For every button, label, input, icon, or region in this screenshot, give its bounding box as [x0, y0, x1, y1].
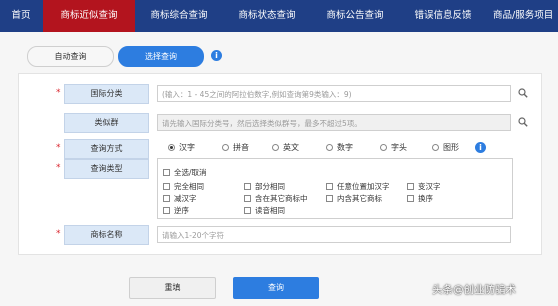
search-icon[interactable] — [518, 117, 528, 127]
watermark: 头条@创业防骗术 — [432, 284, 516, 296]
radio-graphic[interactable]: 图形 — [432, 142, 459, 154]
reset-button[interactable]: 重填 — [129, 277, 216, 299]
radio-pinyin[interactable]: 拼音 — [222, 142, 249, 154]
search-icon[interactable] — [518, 88, 528, 98]
top-navigation: 首页 商标近似查询 商标综合查询 商标状态查询 商标公告查询 错误信息反馈 商品… — [0, 0, 558, 32]
checkbox-reverse-order[interactable]: 逆序 — [163, 205, 189, 216]
info-icon[interactable]: i — [475, 142, 486, 153]
checkbox-change-char[interactable]: 变汉字 — [407, 181, 441, 192]
trademark-name-input[interactable]: 请输入1-20个字符 — [157, 226, 511, 243]
required-mark: * — [56, 143, 61, 153]
trademark-name-label: 商标名称 — [64, 225, 149, 245]
checkbox-contains-other[interactable]: 内含其它商标 — [326, 193, 382, 204]
checkbox[interactable] — [163, 195, 170, 202]
checkbox-label: 减汉字 — [174, 194, 197, 203]
nav-similar-query[interactable]: 商标近似查询 — [43, 0, 135, 32]
radio-dot[interactable] — [432, 144, 439, 151]
nav-goods-services[interactable]: 商品/服务项目 — [487, 0, 558, 32]
nav-comprehensive-query[interactable]: 商标综合查询 — [135, 0, 223, 32]
checkbox[interactable] — [244, 207, 251, 214]
checkbox-exact-same[interactable]: 完全相同 — [163, 181, 204, 192]
checkbox-remove-char[interactable]: 减汉字 — [163, 193, 197, 204]
intl-class-label: 国际分类 — [64, 84, 149, 104]
info-icon[interactable]: i — [211, 50, 222, 61]
checkbox-select-all[interactable]: 全选/取消 — [163, 167, 207, 178]
radio-chinese[interactable]: 汉字 — [168, 142, 195, 154]
radio-label: 数字 — [337, 143, 353, 152]
checkbox-label: 部分相同 — [255, 182, 285, 191]
required-mark: * — [56, 88, 61, 98]
nav-announcement-query[interactable]: 商标公告查询 — [311, 0, 399, 32]
checkbox[interactable] — [326, 183, 333, 190]
intl-class-input[interactable]: (输入：1 - 45之间的阿拉伯数字,例如查询第9类输入：9) — [157, 85, 511, 102]
checkbox-same-pronunciation[interactable]: 读音相同 — [244, 205, 285, 216]
radio-label: 拼音 — [233, 143, 249, 152]
checkbox[interactable] — [163, 169, 170, 176]
radio-label: 汉字 — [179, 143, 195, 152]
required-mark: * — [56, 229, 61, 239]
nav-home[interactable]: 首页 — [0, 0, 42, 32]
checkbox-label: 内含其它商标 — [337, 194, 382, 203]
select-query-tab[interactable]: 选择查询 — [118, 46, 204, 67]
checkbox-swap-order[interactable]: 换序 — [407, 193, 433, 204]
checkbox-label: 读音相同 — [255, 206, 285, 215]
radio-dot[interactable] — [168, 144, 175, 151]
query-button[interactable]: 查询 — [233, 277, 319, 299]
radio-dot[interactable] — [272, 144, 279, 151]
checkbox-partial-same[interactable]: 部分相同 — [244, 181, 285, 192]
radio-dot[interactable] — [222, 144, 229, 151]
checkbox[interactable] — [407, 183, 414, 190]
checkbox-label: 任意位置加汉字 — [337, 182, 390, 191]
checkbox[interactable] — [163, 207, 170, 214]
nav-error-feedback[interactable]: 错误信息反馈 — [399, 0, 487, 32]
similar-group-label: 类似群 — [64, 113, 149, 133]
checkbox[interactable] — [163, 183, 170, 190]
similar-group-input[interactable]: 请先输入国际分类号，然后选择类似群号，最多不超过5项。 — [157, 114, 511, 131]
radio-english[interactable]: 英文 — [272, 142, 299, 154]
checkbox[interactable] — [407, 195, 414, 202]
auto-query-tab[interactable]: 自动查询 — [27, 46, 114, 67]
checkbox-add-char[interactable]: 任意位置加汉字 — [326, 181, 390, 192]
radio-label: 英文 — [283, 143, 299, 152]
checkbox[interactable] — [244, 183, 251, 190]
radio-number[interactable]: 数字 — [326, 142, 353, 154]
checkbox-label: 含在其它商标中 — [255, 194, 308, 203]
nav-status-query[interactable]: 商标状态查询 — [223, 0, 311, 32]
checkbox-label: 逆序 — [174, 206, 189, 215]
radio-initial[interactable]: 字头 — [380, 142, 407, 154]
checkbox-contained-in[interactable]: 含在其它商标中 — [244, 193, 308, 204]
query-method-label: 查询方式 — [64, 139, 149, 159]
required-mark: * — [56, 163, 61, 173]
checkbox[interactable] — [326, 195, 333, 202]
radio-dot[interactable] — [380, 144, 387, 151]
radio-label: 字头 — [391, 143, 407, 152]
checkbox-label: 全选/取消 — [174, 168, 207, 177]
checkbox-label: 完全相同 — [174, 182, 204, 191]
query-type-label: 查询类型 — [64, 159, 149, 179]
checkbox-label: 换序 — [418, 194, 433, 203]
radio-dot[interactable] — [326, 144, 333, 151]
radio-label: 图形 — [443, 143, 459, 152]
checkbox-label: 变汉字 — [418, 182, 441, 191]
checkbox[interactable] — [244, 195, 251, 202]
